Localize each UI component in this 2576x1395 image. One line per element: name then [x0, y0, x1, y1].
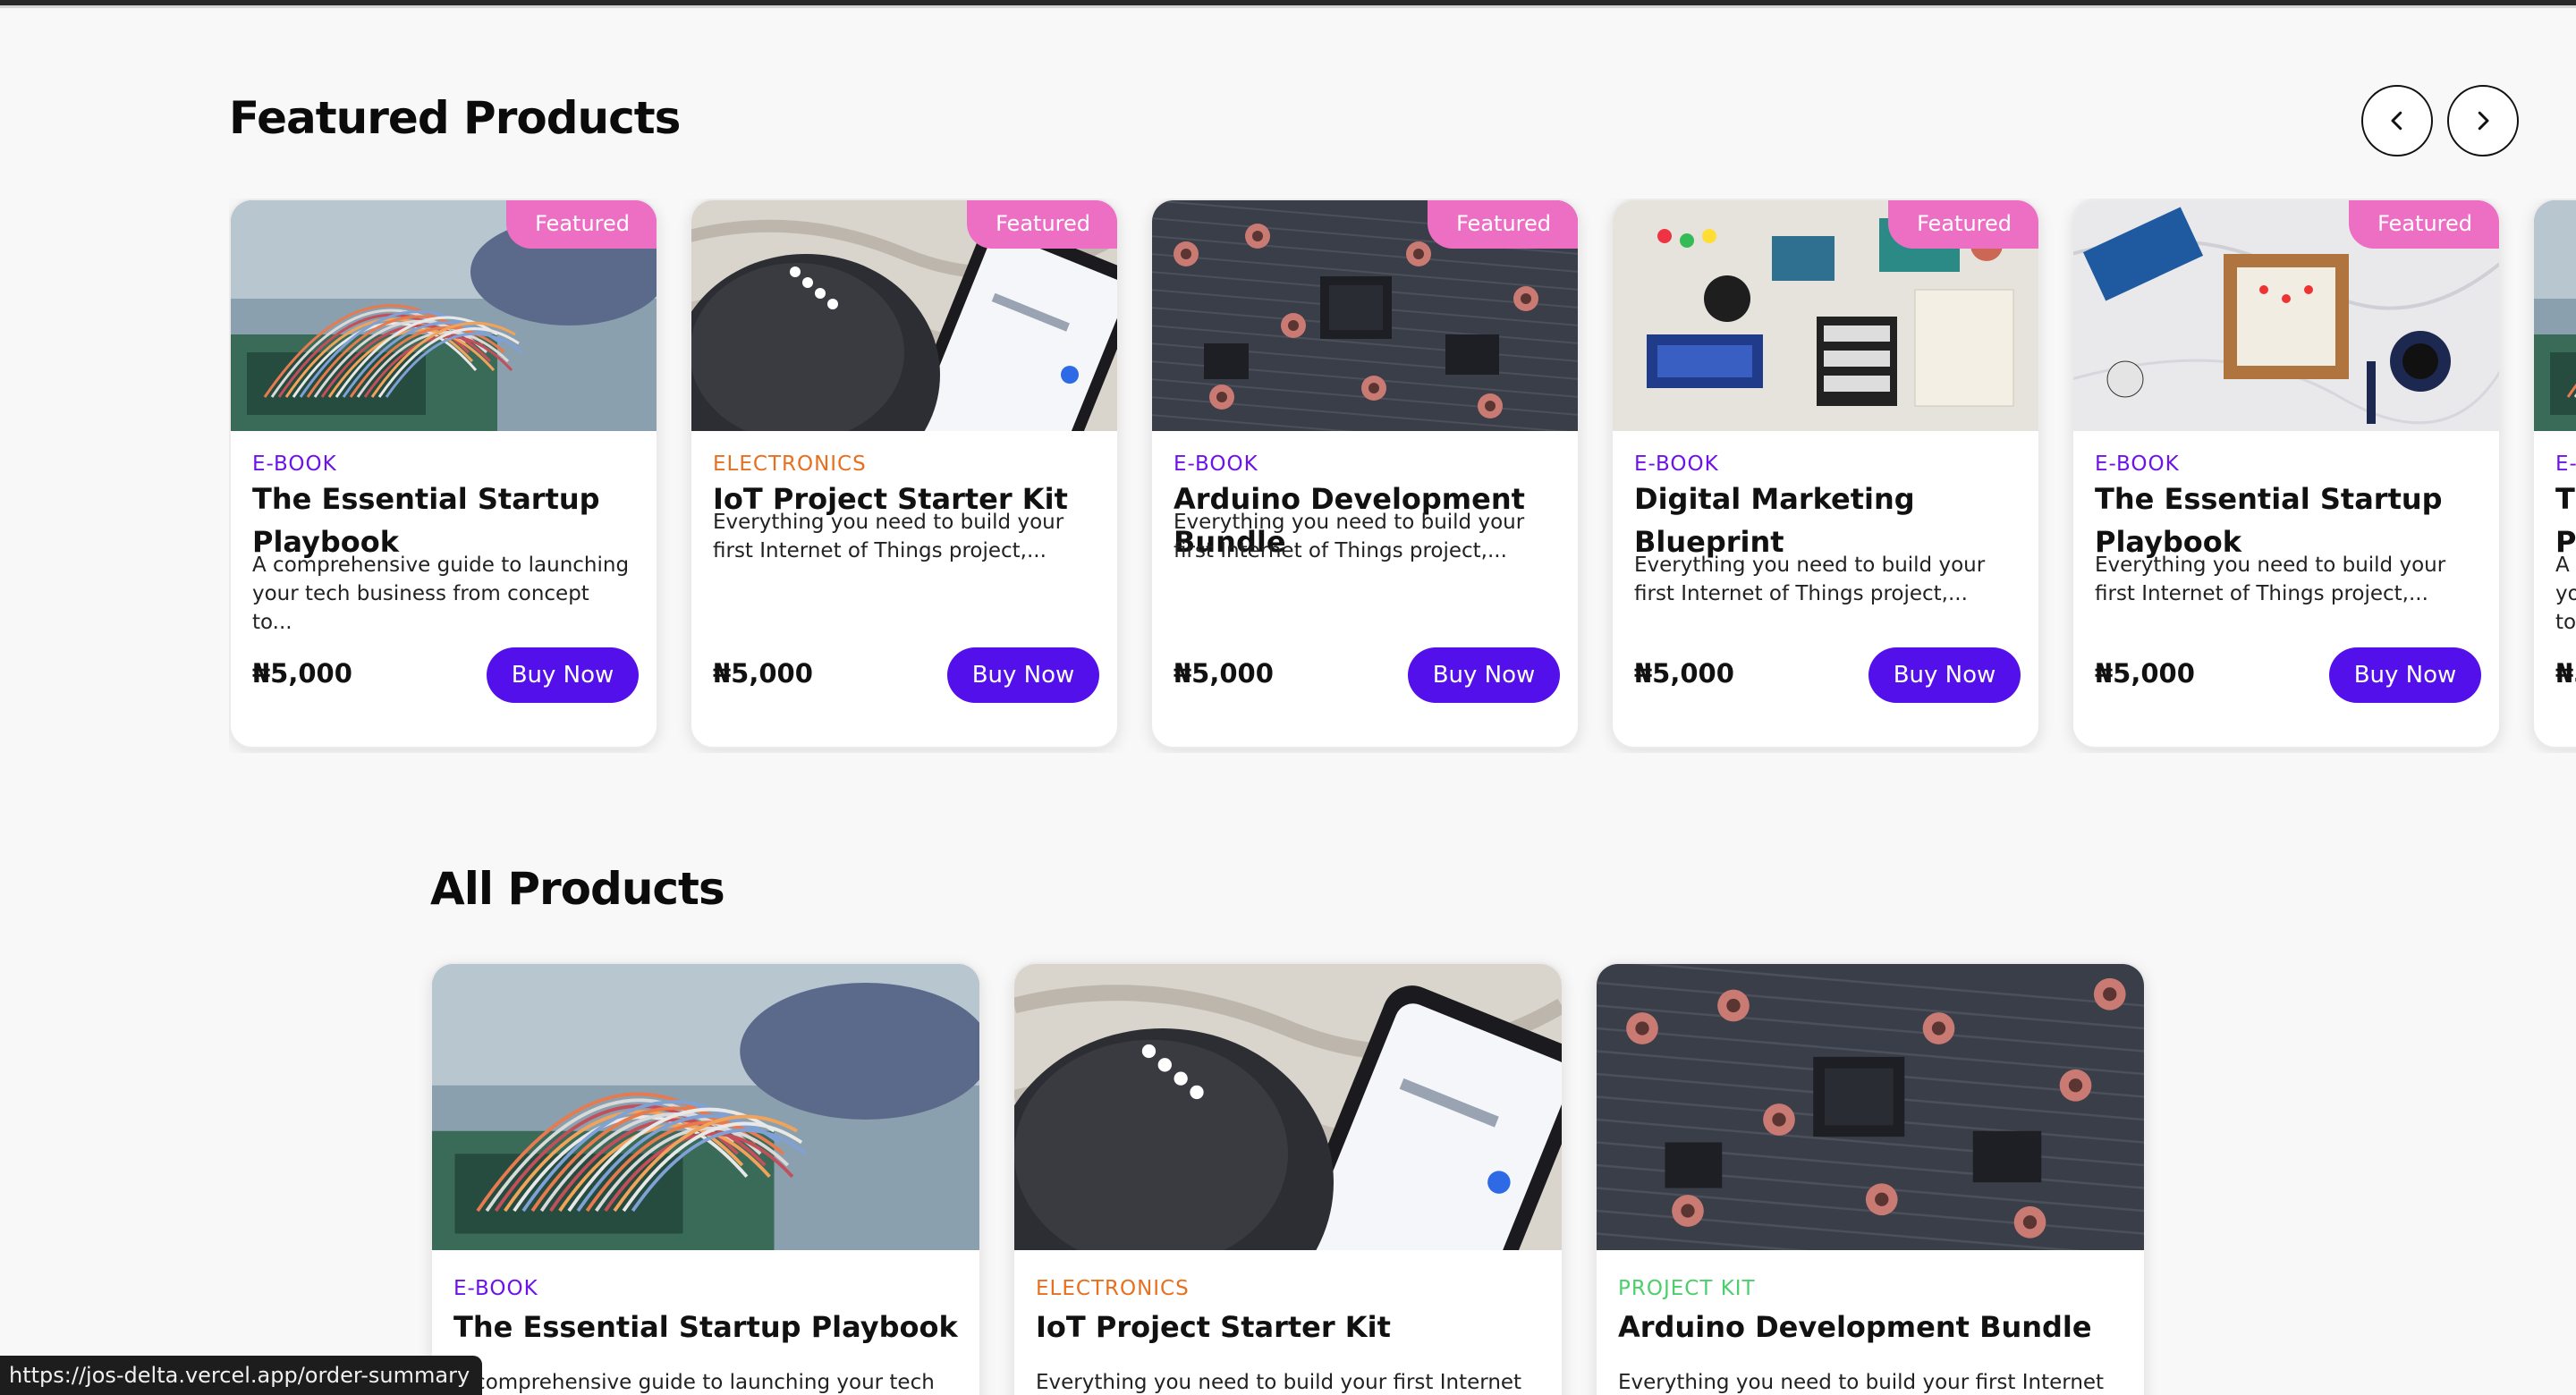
- product-description: Everything you need to build your first …: [1174, 511, 1525, 562]
- featured-product-card[interactable]: Featured E-BOOK Arduino Development Bundle…: [1150, 199, 1580, 748]
- product-description: A comprehensive guide to launching your …: [252, 554, 630, 634]
- product-description: A comprehensive guide to launching your …: [453, 1371, 935, 1394]
- product-description: Everything you need to build your first …: [713, 511, 1064, 562]
- product-price: ₦5: [2555, 658, 2576, 689]
- featured-carousel: Featured E-BOOK The Essential Startup Play…: [229, 199, 2576, 753]
- product-price: ₦5,000: [713, 658, 813, 689]
- buy-now-button[interactable]: Buy Now: [487, 647, 639, 703]
- product-description: Everything you need to build your first …: [1634, 554, 1986, 605]
- product-name[interactable]: The Essential Startup Playbook: [453, 1306, 958, 1348]
- product-image[interactable]: Featured: [2073, 200, 2499, 431]
- product-image[interactable]: [432, 964, 979, 1250]
- product-category: E-BOOK: [1174, 452, 1258, 476]
- product-image[interactable]: [1014, 964, 1562, 1250]
- product-price: ₦5,000: [2095, 658, 2195, 689]
- buy-now-button[interactable]: Buy Now: [1868, 647, 2021, 703]
- product-description: Everything you need to build your first …: [1618, 1371, 2105, 1394]
- product-name[interactable]: IoT Project Starter Kit: [1036, 1306, 1540, 1348]
- product-price: ₦5,000: [1174, 658, 1274, 689]
- product-category: ELECTRONICS: [1036, 1277, 1190, 1300]
- product-category: E-BOOK: [252, 452, 337, 476]
- product-price: ₦5,000: [252, 658, 352, 689]
- product-card[interactable]: E-BOOK The Essential Startup Playbook A co…: [430, 962, 981, 1395]
- chevron-right-icon: [2478, 111, 2489, 131]
- product-image[interactable]: [1597, 964, 2144, 1250]
- buy-now-button[interactable]: Buy Now: [947, 647, 1099, 703]
- featured-badge: Featured: [1428, 200, 1578, 249]
- featured-product-card[interactable]: FeaturedE-BOOKThe Essential Startup Play…: [229, 199, 658, 748]
- featured-badge: Featured: [967, 200, 1117, 249]
- featured-product-card[interactable]: FeaturedE-BOOKThe Essential Startup Play…: [2072, 199, 2501, 748]
- carousel-next-button[interactable]: [2447, 85, 2519, 156]
- featured-product-card[interactable]: FeaturedE-BOOKThe Essential Startup Play…: [2532, 199, 2576, 748]
- product-card[interactable]: PROJECT KIT Arduino Development Bundle Eve…: [1595, 962, 2146, 1395]
- product-description: Everything you need to build your first …: [1036, 1371, 1522, 1394]
- product-category: E-BOOK: [2095, 452, 2180, 476]
- featured-products-title: Featured Products: [229, 92, 681, 144]
- product-image[interactable]: Featured: [691, 200, 1117, 431]
- product-description: Everything you need to build your first …: [2095, 554, 2446, 605]
- product-image[interactable]: Featured: [2534, 200, 2576, 431]
- carousel-prev-button[interactable]: [2361, 85, 2433, 156]
- product-category: E-BOOK: [453, 1277, 538, 1300]
- featured-product-card[interactable]: Featured ELECTRONICS IoT Project Starter K…: [690, 199, 1119, 748]
- chevron-left-icon: [2391, 111, 2402, 131]
- product-category: PROJECT KIT: [1618, 1277, 1756, 1300]
- product-price: ₦5,000: [1634, 658, 1734, 689]
- buy-now-button[interactable]: Buy Now: [1408, 647, 1560, 703]
- browser-top-bar: [0, 0, 2576, 8]
- all-products-title: All Products: [430, 863, 725, 915]
- product-image[interactable]: Featured: [231, 200, 657, 431]
- product-card[interactable]: ELECTRONICS IoT Project Starter Kit Everyt…: [1013, 962, 1563, 1395]
- buy-now-button[interactable]: Buy Now: [2329, 647, 2481, 703]
- featured-badge: Featured: [506, 200, 657, 249]
- product-image[interactable]: Featured: [1152, 200, 1578, 431]
- featured-badge: Featured: [2349, 200, 2499, 249]
- product-category: ELECTRONICS: [713, 452, 867, 476]
- product-category: E-BOOK: [1634, 452, 1719, 476]
- featured-product-card[interactable]: Featured E-BOOK Digital Marketing Blueprin…: [1611, 199, 2040, 748]
- status-bar-url: https://jos-delta.vercel.app/order-summa…: [0, 1356, 483, 1395]
- product-description: A comprehensive guide to launching your …: [2555, 554, 2576, 634]
- product-image[interactable]: Featured: [1613, 200, 2038, 431]
- product-name[interactable]: Arduino Development Bundle: [1618, 1306, 2123, 1348]
- product-category: E-BOOK: [2555, 452, 2576, 476]
- featured-badge: Featured: [1888, 200, 2038, 249]
